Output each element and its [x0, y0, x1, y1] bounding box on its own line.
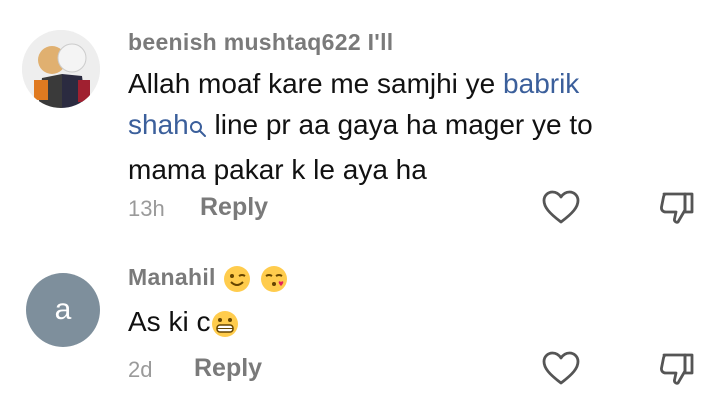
- comment-text-part: line pr aa gaya ha mager ye to: [206, 109, 593, 140]
- comment-timestamp: 2d: [128, 357, 153, 382]
- dislike-icon[interactable]: [657, 188, 697, 228]
- face-blowing-kiss-emoji-icon: [261, 266, 288, 292]
- user-avatar[interactable]: a: [26, 273, 100, 347]
- mention-link[interactable]: shah: [128, 109, 189, 140]
- comment-text: Allah moaf kare me samjhi ye babrik shah…: [128, 63, 593, 190]
- user-avatar[interactable]: [22, 30, 100, 108]
- comment-2: a Manahil As ki c 2d Reply: [0, 255, 720, 414]
- dislike-icon[interactable]: [657, 349, 697, 389]
- search-icon[interactable]: [189, 108, 207, 149]
- grinning-face-emoji-icon: [212, 310, 239, 337]
- heart-icon[interactable]: [541, 349, 581, 389]
- comment-1: beenish mushtaq622 I'll Allah moaf kare …: [0, 0, 720, 240]
- comment-text-part: Allah moaf kare me samjhi ye: [128, 68, 504, 99]
- reply-button[interactable]: Reply: [194, 354, 262, 383]
- mention-link[interactable]: babrik: [503, 68, 579, 99]
- comment-text: As ki c: [128, 301, 240, 342]
- username-text: Manahil: [128, 264, 216, 291]
- comment-username[interactable]: beenish mushtaq622 I'll: [128, 29, 393, 56]
- comment-timestamp: 13h: [128, 196, 165, 221]
- comment-username[interactable]: Manahil: [128, 264, 289, 294]
- avatar-image: [22, 30, 100, 108]
- comment-text-part: mama pakar k le aya ha: [128, 154, 427, 185]
- reply-button[interactable]: Reply: [200, 193, 268, 222]
- winking-face-emoji-icon: [224, 266, 251, 292]
- comment-text-part: As ki c: [128, 306, 211, 337]
- heart-icon[interactable]: [541, 188, 581, 228]
